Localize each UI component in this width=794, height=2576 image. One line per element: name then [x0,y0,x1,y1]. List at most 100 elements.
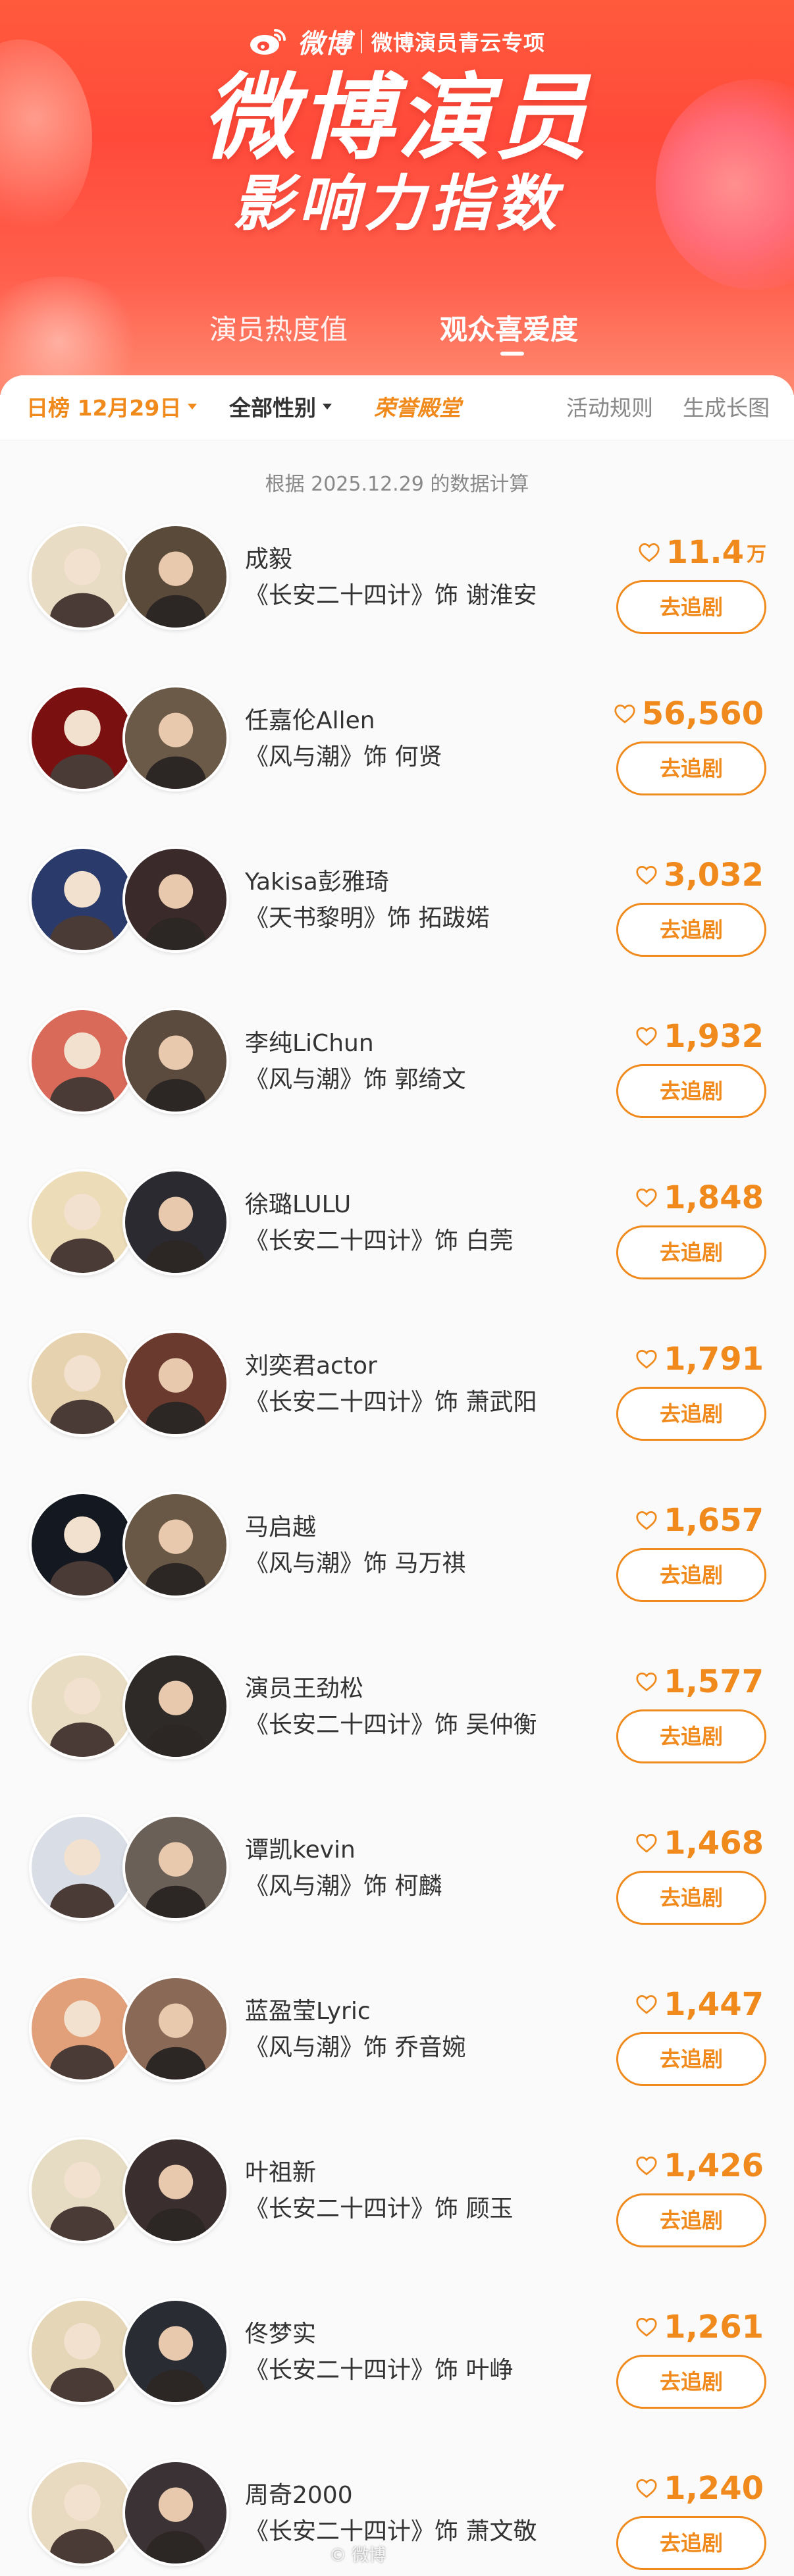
role-avatar[interactable] [122,2137,229,2243]
rules-link[interactable]: 活动规则 [566,375,653,441]
actor-avatar[interactable] [29,1169,136,1275]
brand-bar: 微博 微博演员青云专项 [0,22,794,61]
role-avatar[interactable] [122,1330,229,1437]
role-avatar[interactable] [122,1169,229,1275]
actor-name[interactable]: 蓝盈莹Lyric [245,1995,465,2028]
avatar-group[interactable] [29,1491,229,1603]
avatar-group[interactable] [29,2298,229,2410]
drama-role: 《风与潮》饰 郭绮文 [245,1066,466,1093]
avatar-group[interactable] [29,1975,229,2087]
avatar-group[interactable] [29,846,229,958]
actor-info: 谭凯kevin 《风与潮》饰 柯麟 [245,1834,442,1906]
tab-audience-love-label: 观众喜爱度 [440,313,579,346]
page-subtitle: 影响力指数 [232,169,562,239]
watch-drama-button[interactable]: 去追剧 [616,1225,766,1279]
actor-avatar[interactable] [29,2459,136,2566]
actor-info: 成毅 《长安二十四计》饰 谢淮安 [245,543,537,616]
heart-icon [636,2318,657,2337]
avatar-group[interactable] [29,523,229,635]
love-score: 1,261 [635,2306,766,2348]
honor-hall-link[interactable]: 荣誉殿堂 [374,375,461,441]
actor-avatar[interactable] [29,685,136,792]
watch-drama-button[interactable]: 去追剧 [616,903,766,957]
ranking-panel: 日榜 12月29日 全部性别 荣誉殿堂 活动规则 生成长图 根据 2025.12… [0,375,794,2576]
actor-avatar[interactable] [29,523,136,630]
role-avatar[interactable] [122,1653,229,1759]
love-score-value: 11.4 [666,534,744,571]
actor-avatar[interactable] [29,1330,136,1437]
actor-avatar[interactable] [29,2137,136,2243]
watch-drama-button[interactable]: 去追剧 [616,1871,766,1925]
actor-name[interactable]: 成毅 [245,543,537,576]
role-avatar[interactable] [122,685,229,792]
brand-name: 微博 [297,28,352,59]
ranking-row: 谭凯kevin 《风与潮》饰 柯麟 1,468 去追剧 [0,1814,794,1975]
actor-avatar[interactable] [29,1975,136,2082]
avatar-group[interactable] [29,1814,229,1926]
role-avatar[interactable] [122,846,229,953]
actor-name[interactable]: 谭凯kevin [245,1834,442,1867]
avatar-group[interactable] [29,1653,229,1765]
actor-avatar[interactable] [29,1653,136,1759]
watch-drama-button[interactable]: 去追剧 [616,1709,766,1763]
heart-icon [636,1511,657,1530]
brand-subtitle: 微博演员青云专项 [371,30,545,55]
actor-avatar[interactable] [29,846,136,953]
brand-divider [360,30,362,53]
generate-long-image-link[interactable]: 生成长图 [683,375,770,441]
active-tab-indicator [500,352,524,356]
avatar-group[interactable] [29,2459,229,2571]
actor-name[interactable]: 佟梦实 [245,2318,513,2351]
watch-drama-button[interactable]: 去追剧 [616,741,766,795]
love-score-value: 1,447 [664,1986,764,2023]
avatar-group[interactable] [29,1007,229,1119]
actor-avatar[interactable] [29,1814,136,1921]
avatar-group[interactable] [29,1169,229,1281]
actor-avatar[interactable] [29,1491,136,1598]
avatar-group[interactable] [29,1330,229,1442]
role-avatar[interactable] [122,1491,229,1598]
actor-name[interactable]: 马启越 [245,1511,465,1544]
avatar-group[interactable] [29,685,229,797]
role-avatar[interactable] [122,1007,229,1114]
watch-drama-button[interactable]: 去追剧 [616,1387,766,1441]
tab-actor-heat[interactable]: 演员热度值 [209,307,348,353]
drama-role: 《长安二十四计》饰 萧武阳 [245,1389,537,1416]
actor-name[interactable]: 周奇2000 [245,2479,537,2512]
ranking-row: 佟梦实 《长安二十四计》饰 叶峥 1,261 去追剧 [0,2298,794,2459]
actor-info: 叶祖新 《长安二十四计》饰 顾玉 [245,2157,513,2229]
role-avatar[interactable] [122,1814,229,1921]
role-avatar[interactable] [122,2459,229,2566]
watch-drama-button[interactable]: 去追剧 [616,2032,766,2086]
love-score: 1,468 [635,1822,766,1864]
watch-drama-button[interactable]: 去追剧 [616,580,766,634]
drama-role: 《风与潮》饰 何贤 [245,743,442,770]
watch-drama-button[interactable]: 去追剧 [616,2355,766,2409]
ranking-row: 成毅 《长安二十四计》饰 谢淮安 11.4 万 去追剧 [0,523,794,685]
role-avatar[interactable] [122,523,229,630]
actor-name[interactable]: 李纯LiChun [245,1027,465,1060]
actor-name[interactable]: 任嘉伦Allen [245,705,442,738]
avatar-group[interactable] [29,2137,229,2249]
actor-info: 蓝盈莹Lyric 《风与潮》饰 乔音婉 [245,1995,465,2068]
actor-avatar[interactable] [29,1007,136,1114]
actor-name[interactable]: 徐璐LULU [245,1189,513,1221]
actor-avatar[interactable] [29,2298,136,2405]
love-score: 1,657 [635,1499,766,1542]
tab-audience-love[interactable]: 观众喜爱度 [440,307,579,356]
watch-drama-button[interactable]: 去追剧 [616,1548,766,1602]
actor-name[interactable]: 叶祖新 [245,2157,513,2189]
watch-drama-button[interactable]: 去追剧 [616,2193,766,2247]
actor-name[interactable]: Yakisa彭雅琦 [245,866,489,899]
watermark: © 微博 [329,2546,386,2565]
actor-name[interactable]: 刘奕君actor [245,1350,537,1383]
actor-name[interactable]: 演员王劲松 [245,1673,537,1705]
drama-role: 《长安二十四计》饰 白莞 [245,1227,514,1254]
gender-filter[interactable]: 全部性别 [229,375,332,441]
date-filter[interactable]: 日榜 12月29日 [26,375,198,441]
watch-drama-button[interactable]: 去追剧 [616,2516,766,2570]
role-avatar[interactable] [122,2298,229,2405]
watch-drama-button[interactable]: 去追剧 [616,1064,766,1118]
actor-info: 马启越 《风与潮》饰 马万祺 [245,1511,465,1584]
role-avatar[interactable] [122,1975,229,2082]
